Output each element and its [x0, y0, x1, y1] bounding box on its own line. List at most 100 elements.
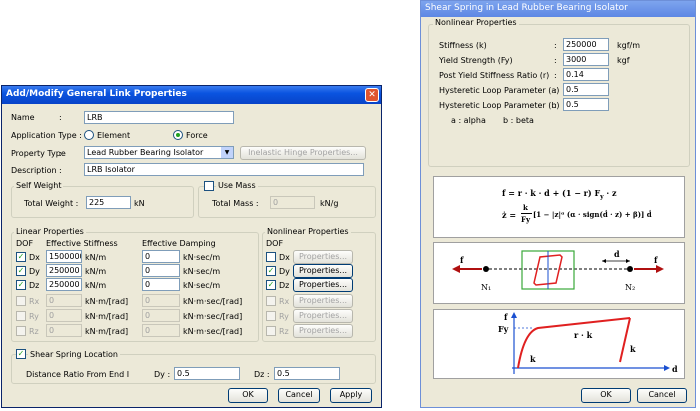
param-colon: :	[554, 71, 557, 80]
stiffness-unit: kN·m/[rad]	[85, 327, 129, 336]
stiffness-input[interactable]: 0	[46, 309, 82, 322]
nonlinear-dof-label: Dy	[279, 267, 290, 276]
apply-button[interactable]: Apply	[330, 388, 372, 403]
chevron-down-icon[interactable]: ▼	[221, 147, 233, 158]
total-weight-input[interactable]: 225	[86, 196, 131, 209]
property-type-select[interactable]: Lead Rubber Bearing Isolator ▼	[84, 146, 234, 159]
nonlinear-dof-checkbox[interactable]: ✓	[266, 266, 276, 276]
description-input[interactable]: LRB Isolator	[84, 163, 364, 176]
dz-input[interactable]: 0.5	[274, 367, 340, 380]
diagram-f-right: f	[654, 255, 658, 265]
use-mass-checkbox[interactable]	[204, 181, 214, 191]
right-arrow-head	[656, 265, 664, 273]
nonlinear-properties-title: Nonlinear Properties	[265, 227, 351, 236]
ok-button[interactable]: OK	[581, 388, 631, 403]
description-colon: :	[59, 166, 62, 175]
inelastic-hinge-button[interactable]: Inelastic Hinge Properties...	[240, 146, 366, 160]
shear-spring-dialog: Shear Spring in Lead Rubber Bearing Isol…	[420, 0, 696, 408]
dialog-title: Add/Modify General Link Properties	[6, 89, 187, 99]
formula-z-lhs: ż =	[502, 210, 517, 220]
stiffness-input[interactable]: 0	[46, 294, 82, 307]
linear-dof-label: Dy	[29, 267, 40, 276]
nonlinear-properties-button[interactable]: Properties...	[293, 294, 353, 308]
linear-dof-label: Rz	[29, 327, 39, 336]
dy-input[interactable]: 0.5	[174, 367, 240, 380]
damping-input[interactable]: 0	[142, 264, 180, 277]
distance-ratio-label: Distance Ratio From End I	[26, 370, 130, 379]
nonlinear-dof-checkbox[interactable]	[266, 252, 276, 262]
node-n2	[627, 266, 633, 272]
nonlinear-properties-button[interactable]: Properties...	[293, 324, 353, 338]
param-colon: :	[554, 56, 557, 65]
param-unit: kgf/m	[617, 41, 641, 50]
d-axis-head	[664, 365, 670, 371]
shear-spring-checkbox[interactable]: ✓	[16, 349, 26, 359]
stiffness-input[interactable]: 250000	[46, 264, 82, 277]
diagram-n1: N₁	[481, 283, 492, 292]
nonlinear-dof-checkbox[interactable]	[266, 296, 276, 306]
nonlinear-properties-button[interactable]: Properties...	[293, 264, 353, 278]
damping-unit: kN·m·sec/[rad]	[183, 327, 243, 336]
total-mass-input[interactable]: 0	[270, 196, 315, 209]
param-colon: :	[554, 101, 557, 110]
cancel-button[interactable]: Cancel	[278, 388, 320, 403]
radio-force[interactable]	[173, 130, 183, 140]
dy-label: Dy :	[154, 370, 171, 379]
nonlinear-properties-button[interactable]: Properties...	[293, 309, 353, 323]
nonlinear-dof-checkbox[interactable]	[266, 326, 276, 336]
damping-input[interactable]: 0	[142, 250, 180, 263]
linear-dof-checkbox[interactable]: ✓	[16, 252, 26, 262]
nonlinear-properties-button[interactable]: Properties...	[293, 250, 353, 264]
stiffness-unit: kN/m	[85, 253, 107, 262]
nonlinear-dof-checkbox[interactable]: ✓	[266, 280, 276, 290]
name-label: Name	[11, 113, 35, 122]
description-label: Description	[11, 166, 57, 175]
linear-properties-title: Linear Properties	[14, 227, 86, 236]
cancel-button[interactable]: Cancel	[637, 388, 687, 403]
linear-dof-checkbox[interactable]	[16, 326, 26, 336]
damping-input[interactable]: 0	[142, 294, 180, 307]
name-input[interactable]: LRB	[84, 111, 234, 124]
linear-dof-label: Dx	[29, 253, 40, 262]
linear-dof-checkbox[interactable]: ✓	[16, 280, 26, 290]
stiffness-input[interactable]: 250000	[46, 278, 82, 291]
linear-dof-checkbox[interactable]	[16, 311, 26, 321]
param-colon: :	[554, 41, 557, 50]
nonlinear-dof-label: Ry	[279, 312, 289, 321]
stiffness-k-input[interactable]: 250000	[563, 38, 609, 51]
damping-input[interactable]: 0	[142, 278, 180, 291]
total-weight-unit: kN	[134, 199, 145, 208]
linear-dof-checkbox[interactable]: ✓	[16, 266, 26, 276]
param-label: Hysteretic Loop Parameter (b)	[439, 101, 560, 110]
radio-element[interactable]	[84, 130, 94, 140]
yield-strength-input[interactable]: 3000	[563, 53, 609, 66]
damping-input[interactable]: 0	[142, 309, 180, 322]
param-colon: :	[554, 86, 557, 95]
curve-f-label: f	[504, 312, 508, 322]
linear-dof-checkbox[interactable]	[16, 296, 26, 306]
damping-unit: kN·sec/m	[183, 253, 221, 262]
hysteretic-b-input[interactable]: 0.5	[563, 98, 609, 111]
general-link-titlebar: Add/Modify General Link Properties ✕	[2, 86, 381, 104]
linear-dof-label: Rx	[29, 297, 40, 306]
total-mass-label: Total Mass :	[212, 199, 259, 208]
damping-input[interactable]: 0	[142, 324, 180, 337]
stiffness-input[interactable]: 15000000	[46, 250, 82, 263]
post-yield-ratio-input[interactable]: 0.14	[563, 68, 609, 81]
formula-panel: f = r · k · d + (1 − r) Fy · z ż = k Fy …	[433, 176, 685, 238]
curve-d-label: d	[672, 364, 678, 374]
unloading-curve	[619, 317, 631, 363]
f-axis-head	[511, 312, 517, 318]
nonlinear-properties-button[interactable]: Properties...	[293, 278, 353, 292]
stiffness-unit: kN/m	[85, 267, 107, 276]
stiffness-input[interactable]: 0	[46, 324, 82, 337]
hysteretic-a-input[interactable]: 0.5	[563, 83, 609, 96]
nonlinear-dof-checkbox[interactable]	[266, 311, 276, 321]
ok-button[interactable]: OK	[228, 388, 268, 403]
close-icon[interactable]: ✕	[365, 88, 379, 102]
linear-dof-label: Ry	[29, 312, 39, 321]
self-weight-title: Self Weight	[14, 181, 64, 190]
curve-k2-label: k	[630, 344, 636, 354]
param-label: Hysteretic Loop Parameter (a)	[439, 86, 560, 95]
nonlinear-dof-label: Dx	[279, 253, 290, 262]
